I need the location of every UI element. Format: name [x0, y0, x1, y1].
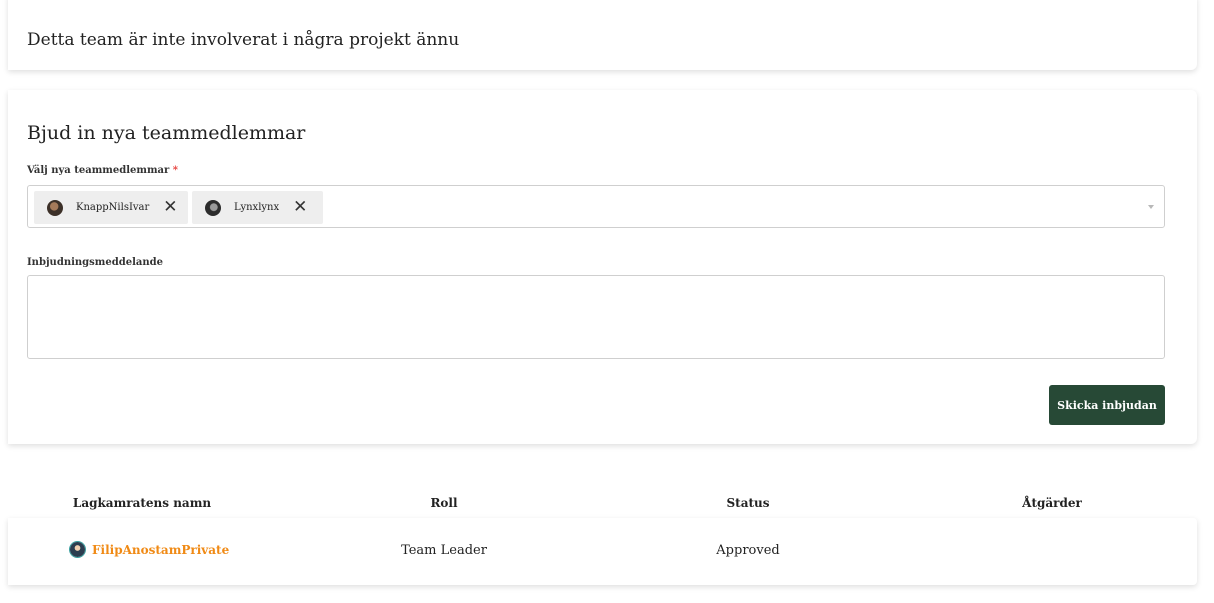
projects-card: Detta team är inte involverat i några pr… — [8, 0, 1197, 70]
close-icon[interactable]: ✕ — [163, 199, 177, 216]
user-avatar-icon — [70, 542, 85, 557]
required-asterisk: * — [172, 165, 179, 176]
column-header-name: Lagkamratens namn — [72, 496, 212, 510]
members-select-label: Välj nya teammedlemmar * — [27, 165, 178, 176]
invite-message-label: Inbjudningsmeddelande — [27, 257, 163, 268]
member-name-link[interactable]: FilipAnostamPrivate — [92, 543, 229, 557]
selected-member-name: Lynxlynx — [234, 202, 280, 213]
member-role: Team Leader — [401, 543, 487, 558]
members-select-label-text: Välj nya teammedlemmar — [27, 165, 170, 176]
invite-card: Bjud in nya teammedlemmar Välj nya teamm… — [8, 90, 1197, 444]
invite-title: Bjud in nya teammedlemmar — [27, 122, 306, 144]
user-avatar-icon — [205, 199, 221, 216]
selected-member-tag: Lynxlynx ✕ — [192, 191, 323, 224]
selected-member-tag: KnappNilsIvar ✕ — [34, 191, 188, 224]
member-name-cell: FilipAnostamPrivate — [70, 542, 229, 557]
table-row: FilipAnostamPrivate Team Leader Approved — [8, 518, 1197, 585]
user-avatar-icon — [47, 199, 63, 216]
close-icon[interactable]: ✕ — [293, 199, 307, 216]
column-header-actions: Åtgärder — [1022, 496, 1082, 510]
no-projects-message: Detta team är inte involverat i några pr… — [27, 30, 460, 50]
column-header-role: Roll — [430, 496, 458, 510]
selected-member-name: KnappNilsIvar — [76, 202, 150, 213]
column-header-status: Status — [726, 496, 770, 510]
send-invite-button[interactable]: Skicka inbjudan — [1049, 385, 1165, 425]
invite-message-field[interactable] — [27, 275, 1165, 359]
members-select[interactable]: KnappNilsIvar ✕ Lynxlynx ✕ — [27, 185, 1165, 228]
chevron-down-icon[interactable] — [1148, 205, 1154, 209]
member-status: Approved — [716, 543, 780, 558]
